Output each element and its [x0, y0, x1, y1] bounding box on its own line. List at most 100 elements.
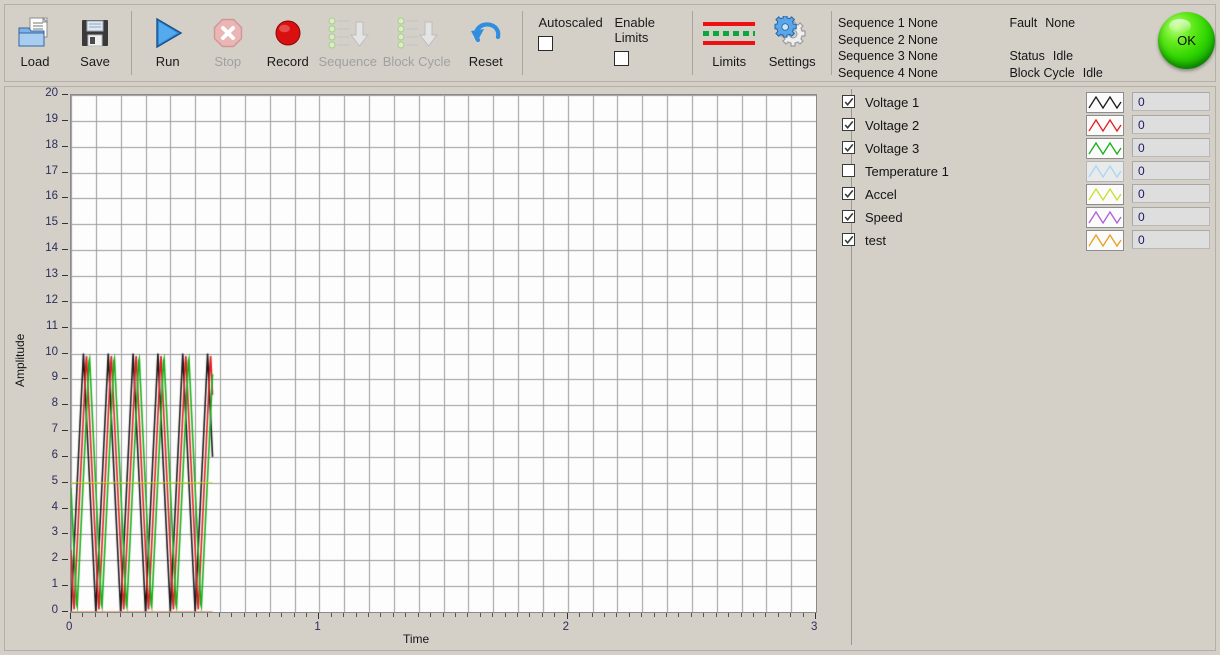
- autoscaled-checkbox[interactable]: [538, 36, 554, 51]
- x-tick-minor-mark: [256, 613, 258, 617]
- plot-canvas[interactable]: [70, 94, 817, 613]
- channel-checkbox[interactable]: [842, 187, 855, 200]
- run-button[interactable]: Run: [138, 5, 198, 69]
- x-tick-minor-mark: [293, 613, 295, 617]
- reset-button[interactable]: Reset: [456, 5, 516, 69]
- machine-status-block: Fault None Status Idle Block Cycle Idle: [1001, 5, 1142, 81]
- record-button[interactable]: Record: [258, 5, 318, 69]
- y-tick-label: 14: [45, 242, 58, 255]
- y-tick-mark: [62, 507, 68, 509]
- channel-value-box[interactable]: 0: [1132, 115, 1210, 134]
- y-tick-label: 9: [51, 371, 58, 384]
- limits-lines-icon: [703, 13, 756, 53]
- channel-style-thumbnail[interactable]: [1086, 92, 1124, 113]
- save-button[interactable]: Save: [65, 5, 125, 69]
- sequence-status-list: Sequence 1 None Sequence 2 None Sequence…: [838, 5, 1002, 81]
- x-tick-minor-mark: [231, 613, 233, 617]
- x-tick-minor-mark: [740, 613, 742, 617]
- y-tick-label: 1: [51, 578, 58, 591]
- channel-name: Speed: [865, 210, 903, 225]
- channel-checkbox[interactable]: [842, 164, 855, 177]
- y-tick-label: 16: [45, 190, 58, 203]
- legend-row: Speed: [833, 206, 1124, 229]
- channel-value-box[interactable]: 0: [1132, 92, 1210, 111]
- channel-checkbox[interactable]: [842, 210, 855, 223]
- settings-button[interactable]: Settings: [759, 5, 825, 69]
- channel-style-thumbnail[interactable]: [1086, 161, 1124, 182]
- x-tick-minor-mark: [132, 613, 134, 617]
- limits-button[interactable]: Limits: [699, 5, 759, 69]
- settings-button-label: Settings: [768, 54, 816, 69]
- channel-checkbox[interactable]: [842, 95, 855, 108]
- block-cycle-button[interactable]: Block Cycle: [378, 5, 456, 69]
- y-tick-mark: [62, 404, 68, 406]
- load-button[interactable]: Load: [5, 5, 65, 69]
- y-tick-label: 10: [45, 345, 58, 358]
- channel-style-thumbnail[interactable]: [1086, 184, 1124, 205]
- legend-row: Accel: [833, 183, 1124, 206]
- channel-style-thumbnail[interactable]: [1086, 230, 1124, 251]
- channel-value-box[interactable]: 0: [1132, 184, 1210, 203]
- application-window: Load Save Run Stop Record Sequence Block…: [0, 0, 1220, 655]
- main-panel: Amplitude Time 0 1 2 3 4 5 6 7 8 9 10 11 12 13 14 15 16 1…: [4, 86, 1216, 651]
- y-tick-mark: [62, 533, 68, 535]
- x-tick-minor-mark: [517, 613, 518, 617]
- x-tick-label: 3: [811, 621, 818, 633]
- channel-checkbox[interactable]: [842, 118, 855, 131]
- x-tick-major-mark: [566, 613, 568, 619]
- channel-value-box[interactable]: 0: [1132, 207, 1210, 226]
- limits-button-label: Limits: [712, 54, 747, 69]
- y-tick-label: 18: [45, 138, 58, 151]
- y-tick-label: 5: [51, 474, 58, 487]
- enable-limits-label: Enable Limits: [614, 15, 655, 45]
- channel-style-thumbnail[interactable]: [1086, 207, 1124, 228]
- y-tick-mark: [62, 171, 68, 173]
- x-tick-minor-mark: [380, 613, 382, 617]
- y-tick-mark: [62, 326, 68, 328]
- autoscaled-option: Autoscaled: [534, 15, 610, 51]
- limit-upper-line: [703, 21, 756, 26]
- channel-name: Voltage 1: [865, 95, 920, 110]
- y-tick-label: 17: [45, 164, 58, 177]
- channel-value-box[interactable]: 0: [1132, 161, 1210, 180]
- legend-row: Temperature 1: [833, 160, 1124, 183]
- x-tick-minor-mark: [156, 613, 158, 617]
- gears-icon: [768, 13, 816, 53]
- status-badge-label: OK: [1177, 33, 1196, 48]
- sequence-button[interactable]: Sequence: [318, 5, 378, 69]
- y-tick-label: 2: [51, 552, 58, 565]
- record-button-label: Record: [266, 54, 309, 69]
- limit-target-dashed-line: [703, 30, 756, 36]
- status-indicator-area: OK: [1142, 5, 1215, 81]
- status-badge[interactable]: OK: [1158, 12, 1215, 69]
- block-cycle-label: Block Cycle: [1009, 65, 1075, 80]
- y-tick-label: 6: [51, 448, 58, 461]
- enable-limits-checkbox[interactable]: [614, 51, 630, 66]
- x-tick-label: 1: [314, 621, 321, 633]
- x-tick-major-mark: [70, 613, 71, 619]
- channel-checkbox[interactable]: [842, 141, 855, 154]
- channel-checkbox[interactable]: [842, 233, 855, 246]
- sequence-2-label: Sequence 2: [837, 32, 905, 47]
- x-tick-minor-mark: [765, 613, 767, 617]
- graph-area: Amplitude Time 0 1 2 3 4 5 6 7 8 9 10 11 12 13 14 15 16 1…: [5, 87, 835, 650]
- play-triangle-icon: [144, 13, 192, 53]
- x-tick-minor-mark: [442, 613, 444, 617]
- y-tick-label: 13: [45, 267, 58, 280]
- x-tick-minor-mark: [777, 613, 779, 617]
- stop-button[interactable]: Stop: [198, 5, 258, 69]
- sequence-button-label: Sequence: [318, 54, 378, 69]
- channel-value-box[interactable]: 0: [1132, 230, 1210, 249]
- x-tick-minor-mark: [641, 613, 643, 617]
- toolbar-transport-group: Run Stop Record Sequence Block Cycle Res…: [138, 5, 516, 81]
- x-tick-minor-mark: [144, 613, 146, 617]
- y-axis-label: Amplitude: [13, 333, 27, 387]
- channel-style-thumbnail[interactable]: [1086, 138, 1124, 159]
- x-tick-minor-mark: [355, 613, 357, 617]
- channel-style-thumbnail[interactable]: [1086, 115, 1124, 136]
- y-tick-label: 4: [51, 500, 58, 513]
- channel-value-box[interactable]: 0: [1132, 138, 1210, 157]
- y-tick-label: 12: [45, 293, 58, 306]
- x-tick-minor-mark: [703, 613, 705, 617]
- folder-open-icon: [11, 13, 59, 53]
